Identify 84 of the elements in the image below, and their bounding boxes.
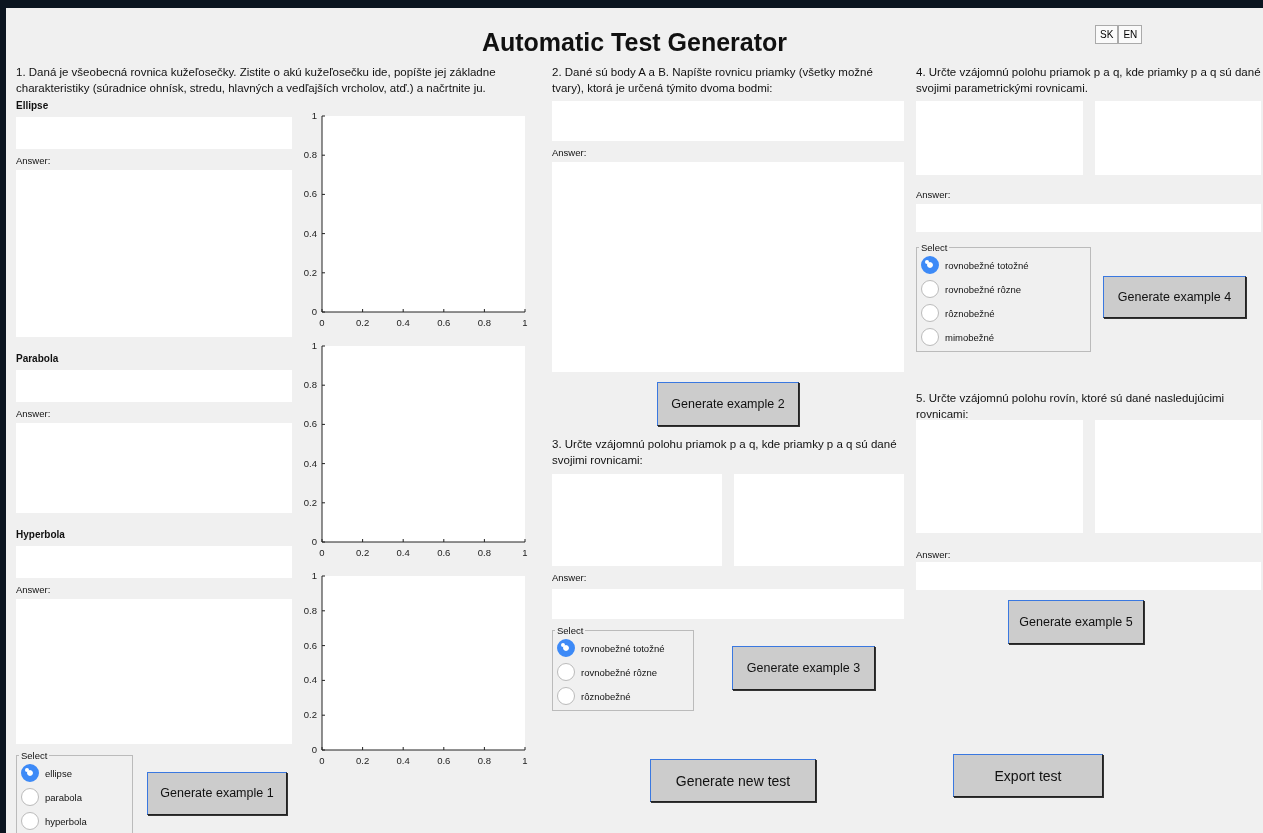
generate-button[interactable]: Generate example 1 — [147, 771, 287, 815]
generate-button[interactable]: Generate example 4 — [1103, 276, 1246, 318]
tick-label: 0.4 — [396, 755, 410, 766]
answer-label: Answer: — [16, 155, 52, 168]
generate-button[interactable]: Generate example 5 — [1008, 600, 1144, 644]
tick-label: 0.8 — [303, 379, 317, 391]
question-text: 3. Určte vzájomnú polohu priamok p a q, kde priamky p a q sú dané svojimi rovnicami: — [552, 437, 898, 468]
tick-label: 0.6 — [437, 755, 451, 766]
tick-label: 1 — [311, 342, 317, 351]
question-text: 2. Dané sú body A a B. Napíšte rovnicu priamky (všetky možné tvary), ktorá je určená týmito dvoma bodmi: — [552, 65, 874, 96]
tick-label: 0 — [311, 744, 317, 755]
tick-label: 0 — [311, 536, 317, 547]
group-label: Select — [20, 750, 49, 761]
answer-label: Answer: — [552, 572, 588, 585]
tick-label: 1 — [522, 755, 528, 766]
tick-label: 0.8 — [303, 149, 317, 161]
radio-option[interactable]: rovnobežné totožné — [921, 255, 1086, 275]
radio-button[interactable] — [21, 764, 39, 782]
tick-label: 0.2 — [356, 547, 370, 558]
tick-label: 0.4 — [396, 547, 410, 558]
radio-option[interactable]: rovnobežné totožné — [557, 638, 689, 658]
radio-button[interactable] — [557, 663, 575, 681]
radio-button[interactable] — [921, 256, 939, 274]
question-text: 4. Určte vzájomnú polohu priamok p a q, kde priamky p a q sú dané svojimi parametrickými rovnicami. — [916, 65, 1261, 96]
language-button[interactable]: SK — [1095, 25, 1119, 44]
answer-label: Answer: — [916, 549, 952, 562]
radio-option[interactable]: rovnobežné rôzne — [921, 279, 1086, 299]
tick-label: 0.6 — [437, 317, 451, 328]
answer-label: Answer: — [16, 408, 52, 421]
radio-option[interactable]: rôznobežné — [921, 303, 1086, 323]
tick-label: 0.6 — [303, 639, 317, 651]
answer-label: Answer: — [916, 189, 952, 202]
tick-label: 0.6 — [303, 418, 317, 430]
answer-label: Answer: — [16, 584, 52, 597]
export-button[interactable]: Export test — [953, 754, 1103, 797]
tick-label: 0.6 — [437, 547, 451, 558]
question-text: 5. Určte vzájomnú polohu rovín, ktoré sú dané nasledujúcimi rovnicami: — [916, 391, 1226, 420]
generate-button[interactable]: Generate example 2 — [657, 382, 799, 426]
radio-option[interactable]: ellipse — [21, 763, 128, 783]
tick-label: 0.2 — [303, 496, 317, 508]
tick-label: 1 — [522, 547, 528, 558]
language-button[interactable]: EN — [1118, 25, 1143, 44]
section-label: Parabola — [16, 353, 60, 366]
tick-label: 0.6 — [303, 188, 317, 200]
group-label: Select — [920, 242, 949, 253]
section-label: Ellipse — [16, 100, 50, 113]
tick-label: 0.2 — [303, 266, 317, 278]
tick-label: 0.4 — [396, 317, 410, 328]
answer-label: Answer: — [552, 147, 588, 160]
tick-label: 0.4 — [303, 674, 317, 686]
tick-label: 0 — [311, 306, 317, 317]
tick-label: 0.8 — [303, 604, 317, 616]
tick-label: 0.4 — [303, 227, 317, 239]
tick-label: 1 — [311, 572, 317, 581]
radio-option[interactable]: parabola — [21, 787, 128, 807]
tick-label: 1 — [311, 112, 317, 121]
tick-label: 0.2 — [303, 709, 317, 721]
radio-option[interactable]: rôznobežné — [557, 686, 689, 706]
tick-label: 0 — [319, 317, 325, 328]
radio-button[interactable] — [921, 304, 939, 322]
new-test-button[interactable]: Generate new test — [650, 759, 816, 802]
tick-label: 0.4 — [303, 457, 317, 469]
radio-button[interactable] — [921, 328, 939, 346]
tick-label: 1 — [522, 317, 528, 328]
tick-label: 0.2 — [356, 317, 370, 328]
generate-button[interactable]: Generate example 3 — [732, 646, 875, 690]
question-text: 1. Daná je všeobecná rovnica kužeľosečky. Zistite o akú kužeľosečku ide, popíšte jej základne charakteristiky (súradnice ohnísk, stredu, hlavných a vedľajších vrcholov, atď.) a načrtnite ju. — [16, 65, 497, 96]
tick-label: 0 — [319, 755, 325, 766]
radio-button[interactable] — [21, 812, 39, 830]
app-title: Automatic Test Generator — [481, 28, 788, 57]
radio-button[interactable] — [921, 280, 939, 298]
tick-label: 0 — [319, 547, 325, 558]
radio-button[interactable] — [557, 639, 575, 657]
tick-label: 0.8 — [477, 317, 491, 328]
tick-label: 0.8 — [477, 755, 491, 766]
radio-button[interactable] — [557, 687, 575, 705]
radio-option[interactable]: hyperbola — [21, 811, 128, 831]
tick-label: 0.2 — [356, 755, 370, 766]
radio-option[interactable]: mimobežné — [921, 327, 1086, 347]
radio-option[interactable]: rovnobežné rôzne — [557, 662, 689, 682]
group-label: Select — [556, 625, 585, 636]
section-label: Hyperbola — [16, 529, 66, 542]
radio-button[interactable] — [21, 788, 39, 806]
tick-label: 0.8 — [477, 547, 491, 558]
